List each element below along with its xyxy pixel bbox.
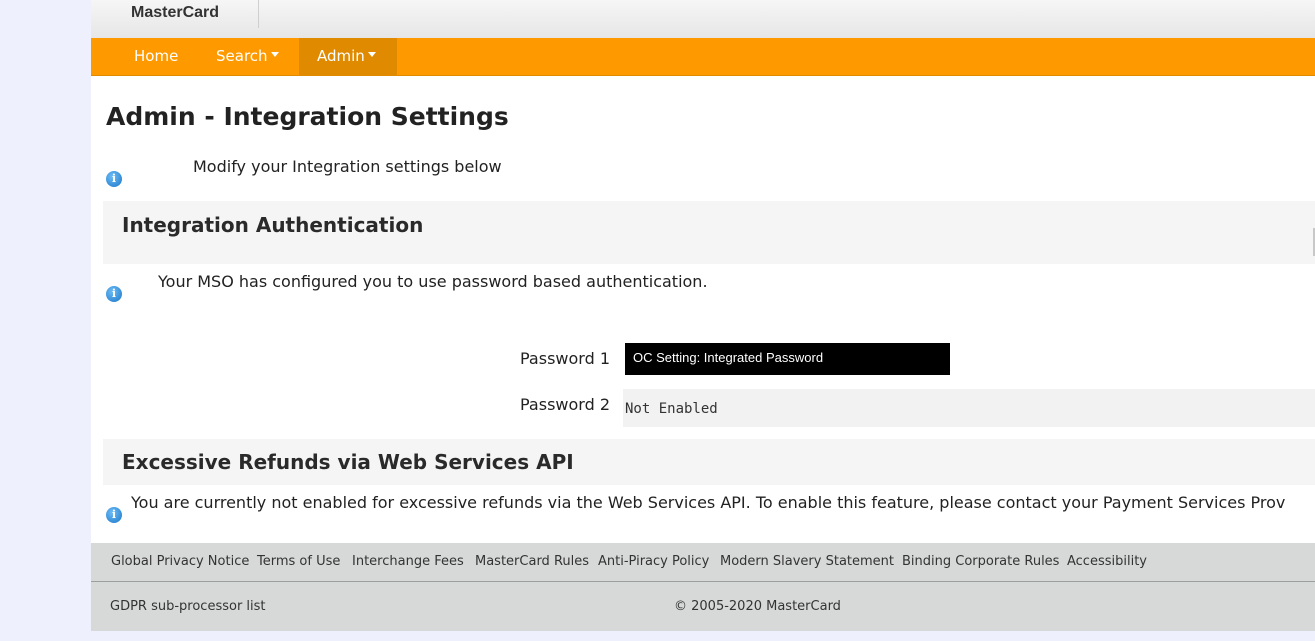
- footer-link-slavery[interactable]: Modern Slavery Statement: [720, 543, 894, 580]
- footer-link-privacy[interactable]: Global Privacy Notice: [111, 543, 249, 580]
- excessive-refunds-title: Excessive Refunds via Web Services API: [122, 450, 574, 474]
- nav-search-label: Search: [216, 47, 268, 65]
- footer-link-gdpr[interactable]: GDPR sub-processor list: [110, 599, 266, 614]
- page-container: MasterCard Home Search Admin Admin - Int…: [91, 0, 1315, 631]
- integration-auth-header: Integration Authentication: [103, 201, 1315, 264]
- auth-message: Your MSO has configured you to use passw…: [158, 272, 708, 291]
- nav-admin-label: Admin: [317, 47, 365, 65]
- brand-bar: MasterCard: [91, 0, 1315, 38]
- chevron-down-icon: [270, 52, 279, 57]
- footer-link-rules[interactable]: MasterCard Rules: [475, 543, 589, 580]
- footer-link-bcr[interactable]: Binding Corporate Rules: [902, 543, 1059, 580]
- footer-link-terms[interactable]: Terms of Use: [257, 543, 340, 580]
- nav-home-label: Home: [134, 47, 179, 65]
- password1-label: Password 1: [520, 349, 610, 368]
- info-icon: i: [106, 171, 122, 187]
- password2-field: Not Enabled: [623, 389, 1315, 427]
- info-icon: i: [106, 286, 122, 302]
- nav-home[interactable]: Home: [116, 38, 196, 75]
- page-title: Admin - Integration Settings: [106, 102, 509, 131]
- excessive-refunds-header: Excessive Refunds via Web Services API: [103, 439, 1315, 485]
- brand-divider: [258, 0, 259, 28]
- chevron-down-icon: [367, 52, 376, 57]
- footer-bottom: GDPR sub-processor list © 2005-2020 Mast…: [91, 582, 1315, 631]
- excessive-refunds-message: You are currently not enabled for excess…: [131, 493, 1286, 512]
- integration-auth-title: Integration Authentication: [122, 213, 424, 237]
- intro-text: Modify your Integration settings below: [193, 157, 502, 176]
- password2-label: Password 2: [520, 395, 610, 414]
- copyright-text: © 2005-2020 MasterCard: [674, 599, 841, 614]
- info-icon: i: [106, 507, 122, 523]
- nav-search[interactable]: Search: [198, 38, 297, 75]
- footer-link-anti-piracy[interactable]: Anti-Piracy Policy: [598, 543, 709, 580]
- footer-link-accessibility[interactable]: Accessibility: [1067, 543, 1147, 580]
- footer-links-bar: Global Privacy Notice Terms of Use Inter…: [91, 543, 1315, 582]
- brand-logo[interactable]: MasterCard: [131, 4, 219, 22]
- password1-field[interactable]: OC Setting: Integrated Password: [625, 343, 950, 375]
- nav-admin[interactable]: Admin: [299, 38, 397, 75]
- footer-link-interchange[interactable]: Interchange Fees: [352, 543, 464, 580]
- main-nav: Home Search Admin: [91, 38, 1315, 76]
